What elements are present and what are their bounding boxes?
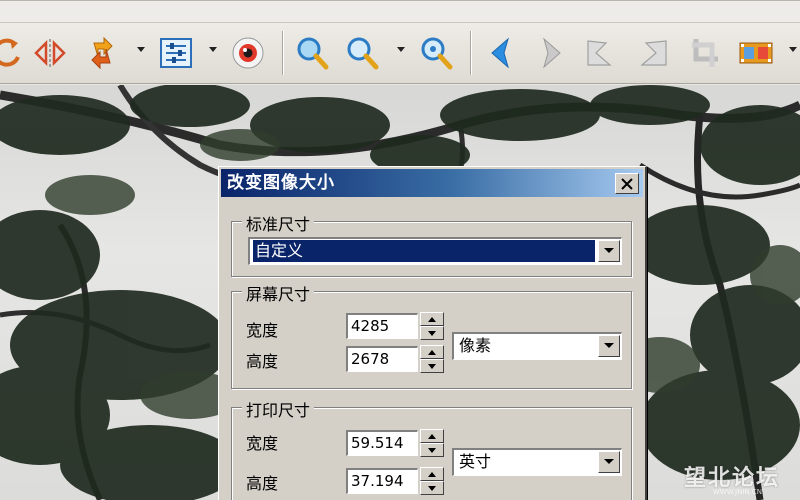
chevron-down-icon [428,363,436,369]
next-icon[interactable] [532,31,572,75]
zoom-out-icon[interactable] [342,31,382,75]
screen-height-spinner[interactable] [420,345,444,373]
close-icon [621,177,633,190]
adjust-dropdown-arrow[interactable] [208,45,218,55]
rotate-arrows-icon[interactable] [82,31,122,75]
rotate-icon[interactable] [0,31,28,75]
print-size-group: 打印尺寸 宽度 高度 59.514 37.194 英寸 [231,397,632,500]
chevron-down-icon [604,248,614,253]
first-icon[interactable] [578,31,618,75]
print-height-label: 高度 [246,474,279,493]
adjust-sliders-icon[interactable] [156,31,196,75]
crop-icon[interactable] [686,31,726,75]
print-height-spinner[interactable] [420,467,444,495]
standard-size-group: 标准尺寸 自定义 [231,211,632,277]
screen-height-input[interactable]: 2678 [346,346,418,372]
screen-width-label: 宽度 [246,321,279,340]
print-width-spinner[interactable] [420,429,444,457]
toolbar-separator [470,31,472,75]
chevron-down-icon [428,330,436,336]
close-button[interactable] [615,173,639,194]
chevron-up-icon [428,316,436,322]
print-unit-value: 英寸 [459,452,492,471]
dialog-title: 改变图像大小 [227,173,335,193]
chevron-down-icon [428,485,436,491]
toolbar [0,0,800,84]
screen-unit-select[interactable]: 像素 [452,332,622,360]
chevron-up-icon [428,471,436,477]
print-unit-select[interactable]: 英寸 [452,448,622,476]
screen-size-group: 屏幕尺寸 宽度 高度 4285 2678 像素 [231,281,632,389]
standard-size-legend: 标准尺寸 [242,211,315,235]
filmstrip-dropdown-arrow[interactable] [788,45,798,55]
flip-horizontal-icon[interactable] [30,31,70,75]
screen-unit-value: 像素 [459,336,492,355]
spin-down-button[interactable] [420,359,444,373]
screen-width-input[interactable]: 4285 [346,313,418,339]
chevron-down-icon [604,343,614,348]
red-eye-icon[interactable] [228,31,268,75]
standard-size-dropdown-button[interactable] [598,240,620,262]
screen-height-label: 高度 [246,352,279,371]
rotate-dropdown-arrow[interactable] [136,45,146,55]
chevron-up-icon [428,433,436,439]
print-width-input[interactable]: 59.514 [346,430,418,456]
zoom-in-icon[interactable] [292,31,332,75]
print-width-label: 宽度 [246,434,279,453]
spin-up-button[interactable] [420,345,444,359]
filmstrip-icon[interactable] [736,31,776,75]
spin-up-button[interactable] [420,312,444,326]
chevron-down-icon [428,447,436,453]
print-unit-dropdown-button[interactable] [598,451,620,473]
zoom-dropdown-arrow[interactable] [396,45,406,55]
menu-strip [0,1,800,23]
toolbar-separator [282,31,284,75]
spin-up-button[interactable] [420,467,444,481]
resize-image-dialog: 改变图像大小 标准尺寸 自定义 屏幕尺寸 宽度 高度 4285 2678 像素 [218,166,647,500]
chevron-down-icon [604,459,614,464]
spin-down-button[interactable] [420,443,444,457]
standard-size-value: 自定义 [253,240,595,262]
print-height-input[interactable]: 37.194 [346,468,418,494]
chevron-up-icon [428,349,436,355]
screen-unit-dropdown-button[interactable] [598,335,620,357]
zoom-actual-icon[interactable] [416,31,456,75]
standard-size-select[interactable]: 自定义 [248,237,622,265]
screen-size-legend: 屏幕尺寸 [242,281,315,305]
watermark-subtext: WWW.JNIN.CN [712,488,762,496]
print-size-legend: 打印尺寸 [242,397,315,421]
spin-down-button[interactable] [420,326,444,340]
dialog-titlebar[interactable]: 改变图像大小 [221,169,643,197]
last-icon[interactable] [634,31,674,75]
previous-icon[interactable] [480,31,520,75]
screen-width-spinner[interactable] [420,312,444,340]
spin-down-button[interactable] [420,481,444,495]
spin-up-button[interactable] [420,429,444,443]
